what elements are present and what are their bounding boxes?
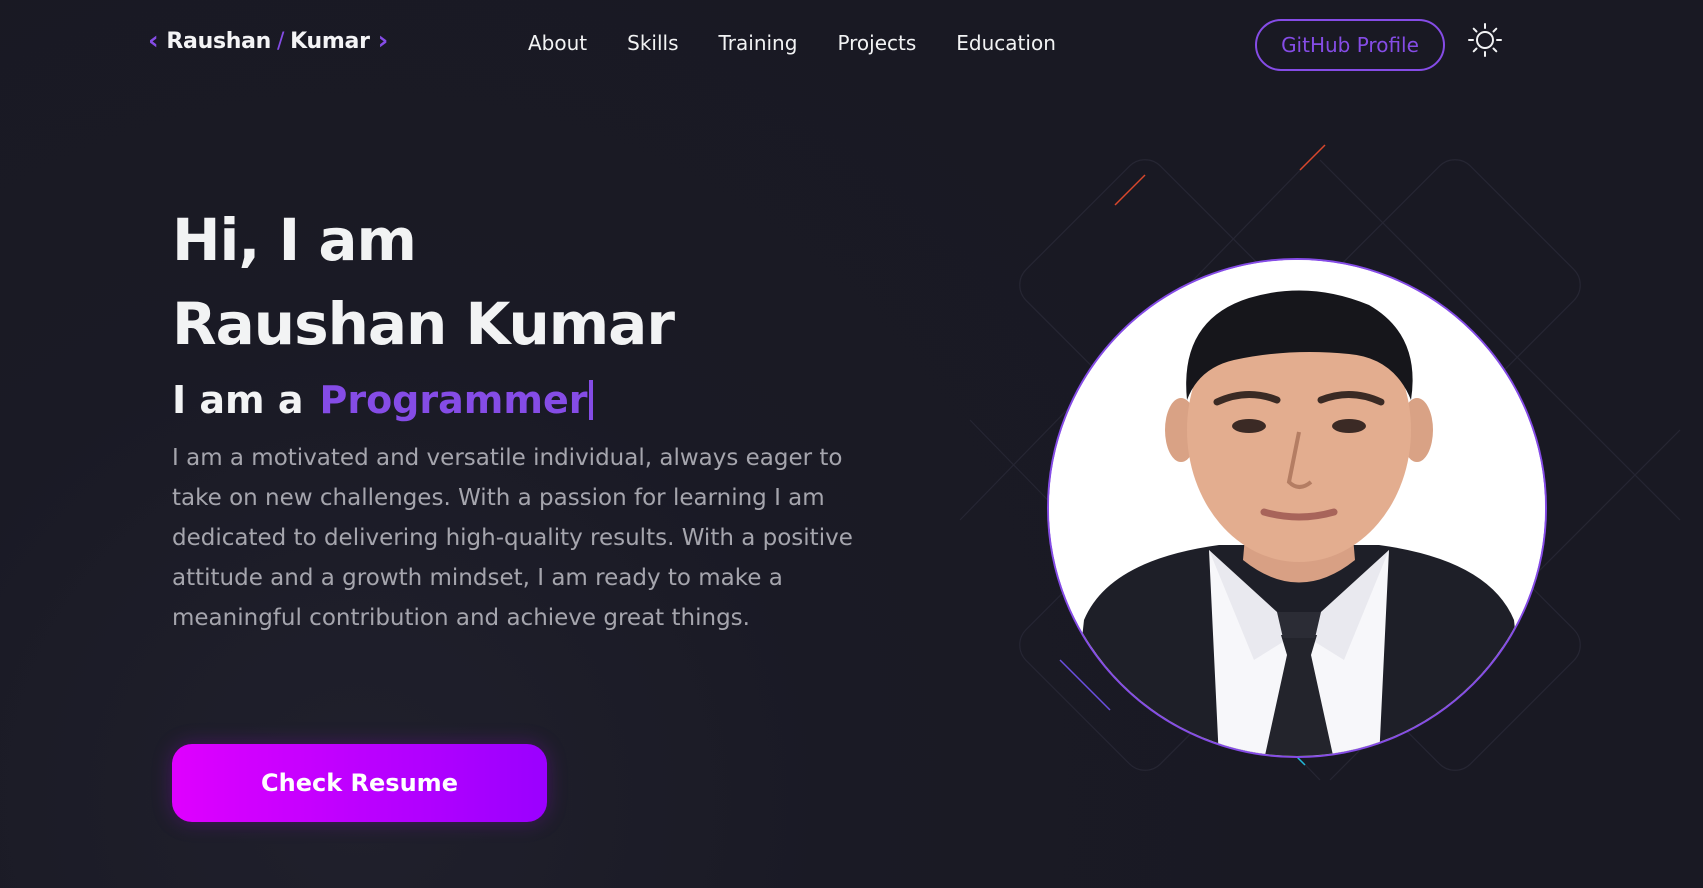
- chevron-left-icon: ‹: [148, 26, 159, 56]
- navbar: ‹ Raushan / Kumar › About Skills Trainin…: [0, 0, 1703, 90]
- profile-avatar-illustration: [1049, 260, 1545, 756]
- nav-link-about[interactable]: About: [528, 31, 587, 55]
- hero-text: Hi, I am Raushan Kumar I am a Programmer…: [172, 198, 892, 638]
- role-prefix: I am a: [172, 378, 304, 422]
- hero-description: I am a motivated and versatile individua…: [172, 445, 853, 631]
- site-logo[interactable]: ‹ Raushan / Kumar ›: [148, 28, 388, 54]
- sun-icon[interactable]: [1467, 22, 1503, 58]
- chevron-right-icon: ›: [377, 26, 389, 56]
- github-profile-button[interactable]: GitHub Profile: [1255, 19, 1445, 71]
- nav-link-education[interactable]: Education: [956, 31, 1056, 55]
- hero-greeting: Hi, I am: [172, 206, 417, 274]
- nav-link-training[interactable]: Training: [719, 31, 798, 55]
- check-resume-button[interactable]: Check Resume: [172, 744, 547, 822]
- nav-link-projects[interactable]: Projects: [837, 31, 916, 55]
- page: ‹ Raushan / Kumar › About Skills Trainin…: [0, 0, 1703, 888]
- typing-cursor: [589, 380, 594, 420]
- role-text: Programmer: [319, 378, 588, 422]
- profile-photo: [1047, 258, 1547, 758]
- hero-name: Raushan Kumar: [172, 290, 675, 358]
- hero-role-line: I am a Programmer: [172, 378, 892, 422]
- nav-links: About Skills Training Projects Education: [528, 31, 1056, 55]
- logo-separator: /: [277, 28, 285, 54]
- logo-last-name: Kumar: [290, 28, 370, 54]
- nav-link-skills[interactable]: Skills: [627, 31, 678, 55]
- logo-first-name: Raushan: [166, 28, 272, 54]
